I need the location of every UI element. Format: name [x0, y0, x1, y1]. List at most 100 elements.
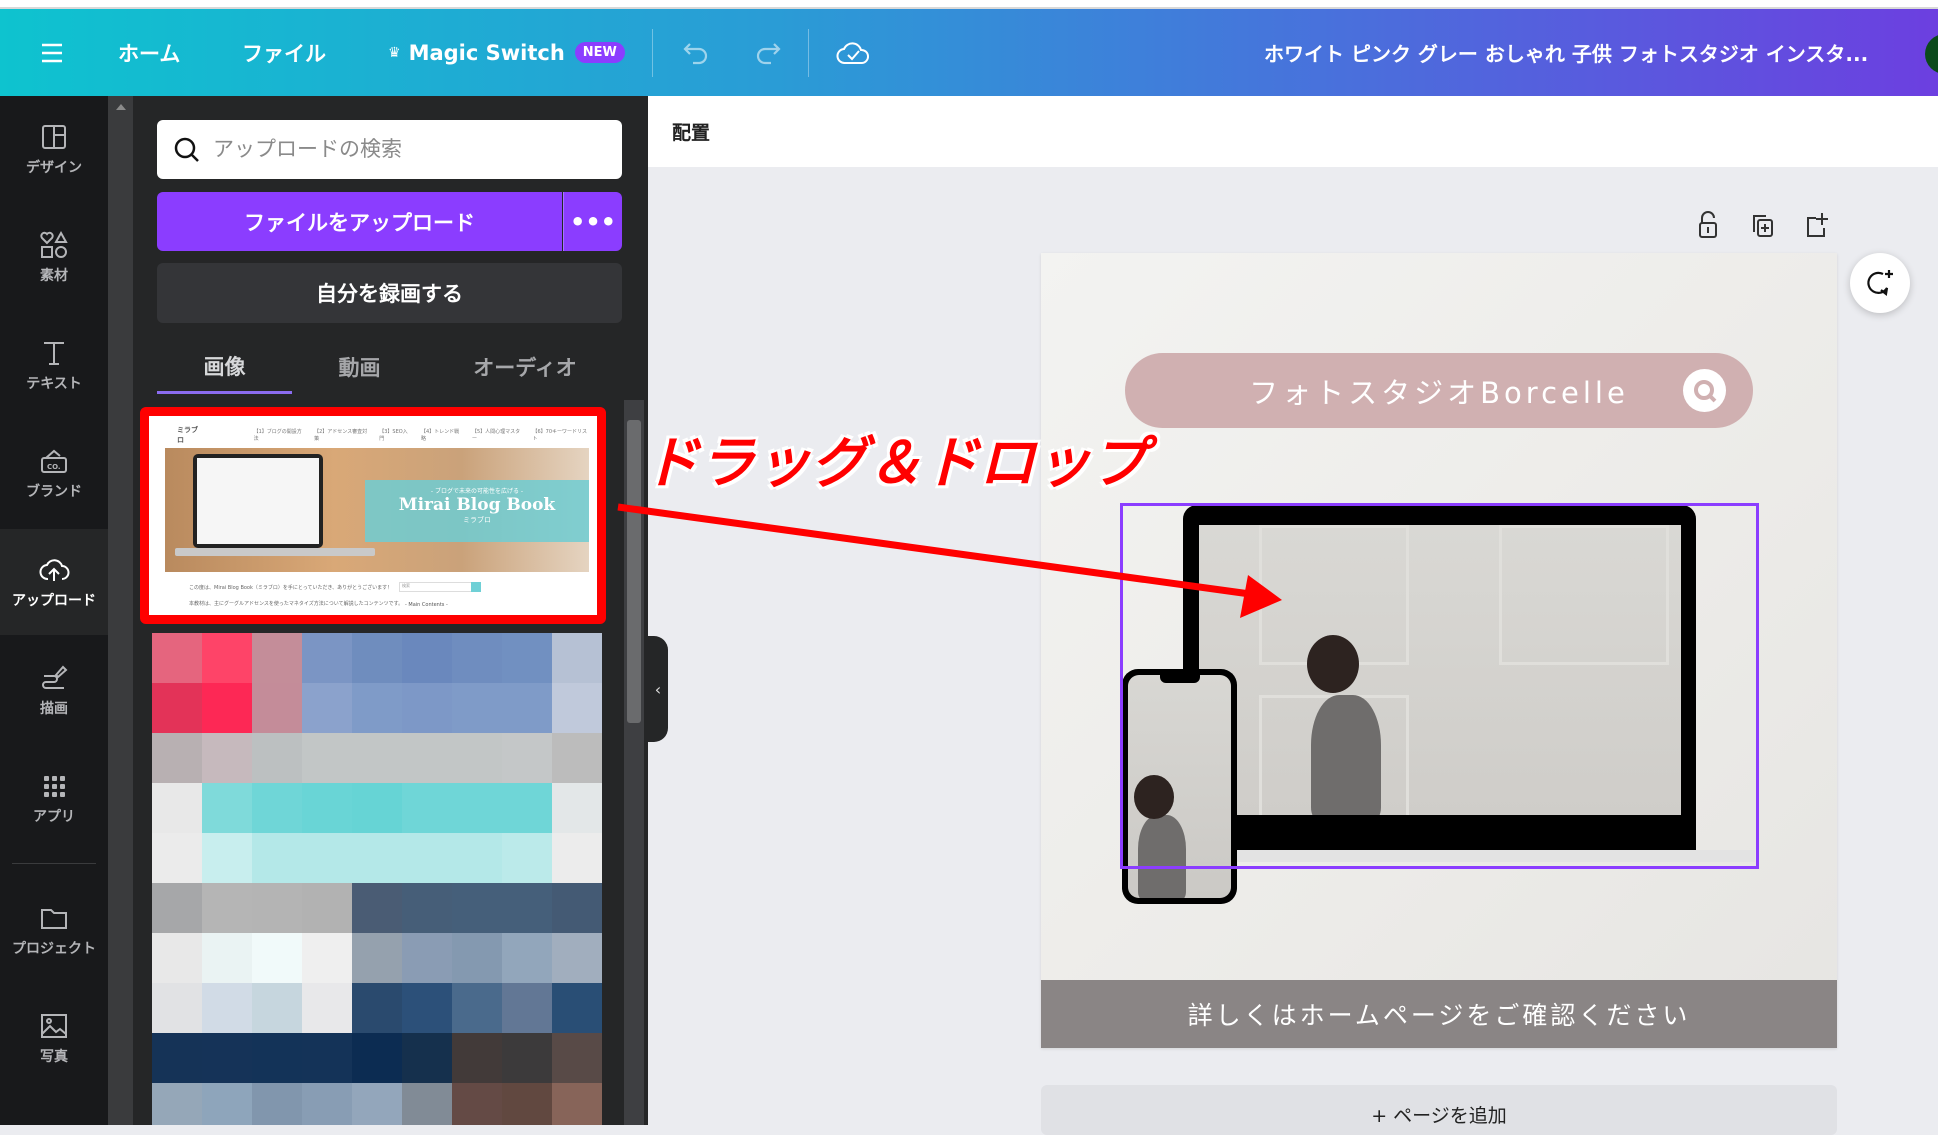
mosaic-tile	[402, 833, 452, 883]
cloud-upload-icon	[39, 559, 70, 581]
collapse-panel-button[interactable]: ‹	[648, 636, 668, 742]
cloud-check-icon	[836, 41, 869, 64]
mosaic-tile	[202, 1033, 252, 1083]
mosaic-tile	[302, 883, 352, 933]
mosaic-tile	[502, 783, 552, 833]
footer-banner[interactable]: 詳しくはホームページをご確認ください	[1041, 980, 1837, 1048]
mosaic-tile	[152, 883, 202, 933]
thumb-body-text: 本教材は、主にグーグルアドセンスを使ったマネタイズ方法について解説したコンテンツ…	[189, 601, 404, 607]
add-comment-button[interactable]	[1850, 253, 1910, 313]
mosaic-tile	[252, 1083, 302, 1125]
mosaic-tile	[452, 783, 502, 833]
scroll-up-arrow-icon[interactable]	[115, 104, 126, 110]
undo-icon	[683, 42, 708, 64]
mosaic-tile	[452, 883, 502, 933]
footer-text: 詳しくはホームページをご確認ください	[1187, 1001, 1691, 1030]
home-button[interactable]: ホーム	[118, 9, 180, 96]
mosaic-tile	[502, 733, 552, 783]
mosaic-tile	[302, 683, 352, 733]
add-page-button[interactable]: + ページを追加	[1041, 1085, 1837, 1135]
studio-name-text: フォトスタジオBorcelle	[1249, 375, 1629, 410]
mosaic-tile	[252, 933, 302, 983]
search-icon	[174, 137, 199, 162]
sidebar-item-uploads[interactable]: アップロード	[0, 529, 108, 635]
mosaic-tile	[552, 683, 602, 733]
sidebar-item-text[interactable]: テキスト	[0, 315, 108, 415]
mosaic-tile	[352, 783, 402, 833]
mosaic-tile	[552, 883, 602, 933]
mosaic-tile	[202, 733, 252, 783]
avatar[interactable]	[1925, 34, 1938, 74]
upload-search-input[interactable]	[213, 137, 593, 162]
pixelated-uploaded-images[interactable]	[152, 633, 602, 1125]
thumb-nav-item: 【5】人間心理マスター	[471, 429, 521, 442]
mosaic-tile	[502, 1083, 552, 1125]
mosaic-tile	[252, 983, 302, 1033]
mosaic-tile	[552, 983, 602, 1033]
mosaic-tile	[152, 1083, 202, 1125]
sidebar-item-brand[interactable]: CO. ブランド	[0, 423, 108, 523]
mosaic-tile	[252, 1033, 302, 1083]
mosaic-tile	[352, 683, 402, 733]
sidebar-scrollbar[interactable]	[108, 96, 133, 1125]
thumb-nav-item: 【3】SEO入門	[379, 429, 408, 442]
mosaic-tile	[202, 1083, 252, 1125]
mosaic-tile	[402, 983, 452, 1033]
tab-images[interactable]: 画像	[157, 340, 292, 394]
mosaic-tile	[502, 883, 552, 933]
add-page-icon-button[interactable]	[1802, 210, 1830, 240]
mosaic-tile	[502, 833, 552, 883]
mosaic-tile	[252, 883, 302, 933]
mosaic-tile	[352, 1083, 402, 1125]
comment-add-icon	[1867, 270, 1893, 297]
sidebar-item-label: 素材	[40, 268, 68, 284]
cloud-save-button[interactable]	[836, 9, 870, 96]
lock-page-button[interactable]	[1694, 210, 1722, 240]
sidebar-item-design[interactable]: デザイン	[0, 99, 108, 199]
arrange-button[interactable]: 配置	[672, 118, 710, 145]
magic-switch-button[interactable]: ♛ Magic Switch NEW	[388, 9, 625, 96]
sidebar: デザイン 素材 テキスト CO. ブランド アップロード 描画 アプリ プロジェ…	[0, 96, 108, 1125]
file-menu-button[interactable]: ファイル	[242, 9, 326, 96]
thumb-tagline: - ブログで未来の可能性を広げる -	[430, 488, 524, 495]
mosaic-tile	[202, 933, 252, 983]
mosaic-tile	[302, 933, 352, 983]
tab-audio[interactable]: オーディオ	[440, 340, 610, 394]
mosaic-tile	[552, 1083, 602, 1125]
sidebar-item-label: ブランド	[26, 484, 82, 500]
mosaic-tile	[452, 1033, 502, 1083]
undo-button[interactable]	[682, 9, 712, 96]
thumb-title-box: - ブログで未来の可能性を広げる - Mirai Blog Book ミラブロ	[365, 480, 589, 542]
uploaded-image-thumbnail[interactable]: ミラブロ 【1】ブログの開設方法 【2】アドセンス審査対策 【3】SEO入門 【…	[140, 407, 606, 624]
design-page[interactable]: フォトスタジオBorcelle 詳しくはホームページをご確認ください	[1041, 253, 1837, 1048]
upload-search-field[interactable]	[157, 120, 622, 179]
sidebar-item-apps[interactable]: アプリ	[0, 748, 108, 848]
mosaic-tile	[502, 933, 552, 983]
mosaic-tile	[252, 633, 302, 683]
panel-scrollbar-thumb[interactable]	[627, 420, 641, 723]
menu-button[interactable]	[40, 9, 64, 96]
thumb-nav-item: 【1】ブログの開設方法	[253, 429, 302, 442]
duplicate-page-button[interactable]	[1749, 210, 1777, 240]
document-title[interactable]: ホワイト ピンク グレー おしゃれ 子供 フォトスタジオ インスタ...	[1264, 9, 1868, 96]
thumb-body-text: この度は、Mirai Blog Book（ミラブロ）を手にとっていただき、ありが…	[189, 585, 393, 591]
chevron-left-icon: ‹	[654, 679, 662, 699]
sidebar-item-photos[interactable]: 写真	[0, 988, 108, 1088]
redo-button[interactable]	[752, 9, 782, 96]
mosaic-tile	[552, 783, 602, 833]
mosaic-tile	[302, 833, 352, 883]
sidebar-item-elements[interactable]: 素材	[0, 207, 108, 307]
mosaic-tile	[452, 733, 502, 783]
tab-videos[interactable]: 動画	[292, 340, 427, 394]
sidebar-item-draw[interactable]: 描画	[0, 640, 108, 740]
mosaic-tile	[552, 933, 602, 983]
mosaic-tile	[252, 783, 302, 833]
sidebar-item-projects[interactable]: プロジェクト	[0, 880, 108, 980]
record-yourself-button[interactable]: 自分を録画する	[157, 263, 622, 323]
studio-name-pill[interactable]: フォトスタジオBorcelle	[1125, 353, 1753, 428]
upload-more-button[interactable]: •••	[563, 192, 622, 251]
upload-files-button[interactable]: ファイルをアップロード	[157, 192, 562, 251]
mosaic-tile	[202, 683, 252, 733]
sidebar-item-label: プロジェクト	[12, 941, 96, 957]
mosaic-tile	[402, 783, 452, 833]
